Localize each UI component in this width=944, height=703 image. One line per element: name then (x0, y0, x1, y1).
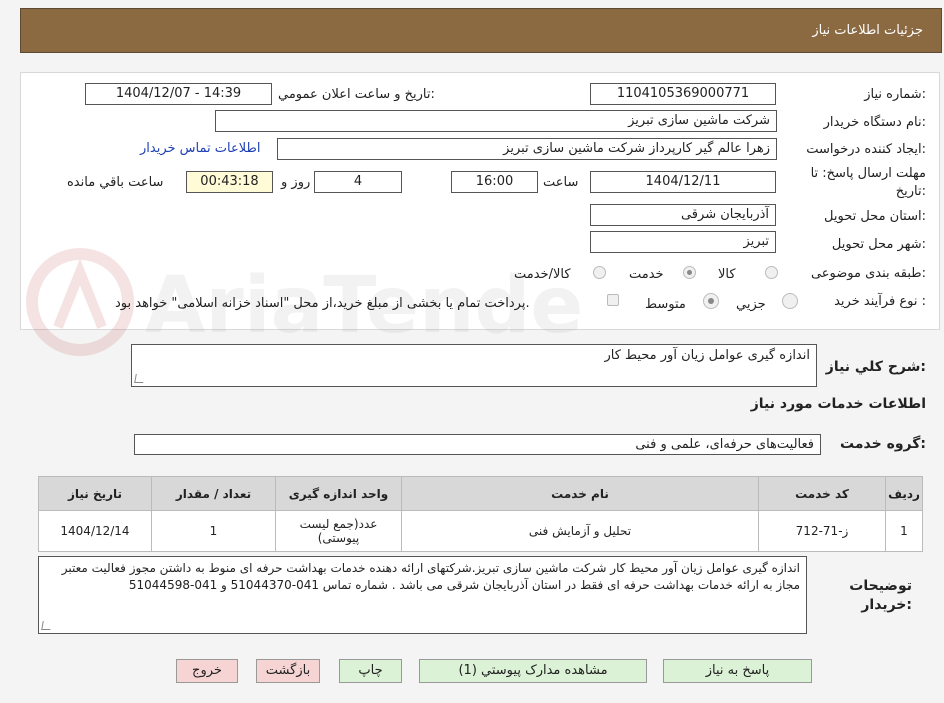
deadline-date-field: 1404/12/11 (590, 171, 776, 193)
page-title: جزئيات اطلاعات نياز (812, 23, 923, 38)
col-row-header: رديف (885, 476, 923, 511)
treasury-note: پرداخت تمام يا بخشی از مبلغ خريد،از محل … (115, 296, 530, 311)
general-desc-text: اندازه گيری عوامل زيان آور محيط کار (604, 348, 810, 363)
province-field: آذربايجان شرقی (590, 204, 776, 226)
category-goods-service-label: کالا/خدمت (514, 267, 571, 282)
page-header: جزئيات اطلاعات نياز (20, 8, 942, 53)
col-date-header: تاريخ نياز (38, 476, 152, 511)
service-group-field: فعاليت‌های حرفه‌ای، علمی و فنی (134, 434, 821, 455)
buyer-notes-label-2: خريدار: (861, 597, 912, 613)
process-partial-label: جزيي (736, 297, 766, 312)
buyer-notes-text: اندازه گيری عوامل زيان آور محيط کار شرکت… (61, 561, 800, 592)
deadline-time-field: 16:00 (451, 171, 538, 193)
table-row: 1 ز-71-712 تحليل و آزمايش فنی عدد(جمع لي… (38, 510, 923, 552)
remaining-time-field: 00:43:18 (186, 171, 273, 193)
need-number-field: 1104105369000771 (590, 83, 776, 105)
service-group-label: گروه خدمت: (840, 436, 926, 452)
time-word-label: ساعت (543, 175, 579, 190)
col-unit-header: واحد اندازه گيری (275, 476, 402, 511)
exit-button[interactable]: خروج (176, 659, 238, 683)
print-button[interactable]: چاپ (339, 659, 402, 683)
category-service-radio[interactable] (683, 266, 696, 279)
announce-datetime-label: تاريخ و ساعت اعلان عمومي: (278, 87, 435, 102)
city-field: تبريز (590, 231, 776, 253)
cell-count: 1 (151, 510, 276, 552)
province-label: استان محل تحويل: (824, 209, 926, 224)
services-info-heading: اطلاعات خدمات مورد نياز (750, 396, 926, 412)
cell-unit: عدد(جمع ليست پيوستی) (275, 510, 402, 552)
buyer-org-label: نام دستگاه خريدار: (823, 115, 926, 130)
back-button[interactable]: بازگشت (256, 659, 320, 683)
process-medium-radio[interactable] (703, 293, 719, 309)
reply-button[interactable]: پاسخ به نياز (663, 659, 812, 683)
buyer-notes-textarea[interactable]: اندازه گيری عوامل زيان آور محيط کار شرکت… (38, 556, 807, 634)
services-table: رديف کد خدمت نام خدمت واحد اندازه گيری ت… (38, 476, 923, 552)
buyer-contact-link[interactable]: اطلاعات تماس خريدار (140, 141, 260, 156)
cell-code: ز-71-712 (758, 510, 886, 552)
cell-name: تحليل و آزمايش فنی (401, 510, 759, 552)
view-attachments-button[interactable]: مشاهده مدارک پيوستي (1) (419, 659, 647, 683)
category-goods-radio[interactable] (765, 266, 778, 279)
remaining-label: ساعت باقي مانده (67, 175, 164, 190)
process-type-label: نوع فرآيند خريد : (834, 294, 926, 309)
treasury-checkbox[interactable] (607, 294, 619, 306)
buyer-org-field: شرکت ماشين سازی تبريز (215, 110, 777, 132)
resize-grip-icon[interactable] (41, 621, 52, 630)
requester-field: زهرا عالم گير کارپرداز شرکت ماشين سازی ت… (277, 138, 777, 160)
city-label: شهر محل تحويل: (831, 237, 926, 252)
category-goods-service-radio[interactable] (593, 266, 606, 279)
col-count-header: تعداد / مقدار (151, 476, 276, 511)
cell-date: 1404/12/14 (38, 510, 152, 552)
days-field: 4 (314, 171, 402, 193)
general-desc-label: شرح کلي نياز: (825, 359, 926, 375)
buyer-notes-label: توضيحات (849, 578, 912, 594)
category-label: طبقه بندی موضوعی: (810, 266, 926, 281)
requester-label: ايجاد کننده درخواست: (806, 142, 926, 157)
process-medium-label: متوسط (645, 297, 686, 312)
process-partial-radio[interactable] (782, 293, 798, 309)
announce-datetime-field: 1404/12/07 - 14:39 (85, 83, 272, 105)
resize-grip-icon[interactable] (134, 374, 145, 383)
col-code-header: کد خدمت (758, 476, 886, 511)
need-number-label: شماره نياز: (864, 87, 926, 102)
cell-row: 1 (885, 510, 923, 552)
deadline-label: مهلت ارسال پاسخ: تا (810, 166, 926, 181)
col-name-header: نام خدمت (401, 476, 759, 511)
category-goods-label: کالا (718, 267, 736, 282)
general-desc-textarea[interactable]: اندازه گيری عوامل زيان آور محيط کار (131, 344, 817, 387)
day-and-label: روز و (281, 175, 311, 190)
deadline-label-2: تاريخ: (895, 184, 926, 199)
category-service-label: خدمت (629, 267, 664, 282)
